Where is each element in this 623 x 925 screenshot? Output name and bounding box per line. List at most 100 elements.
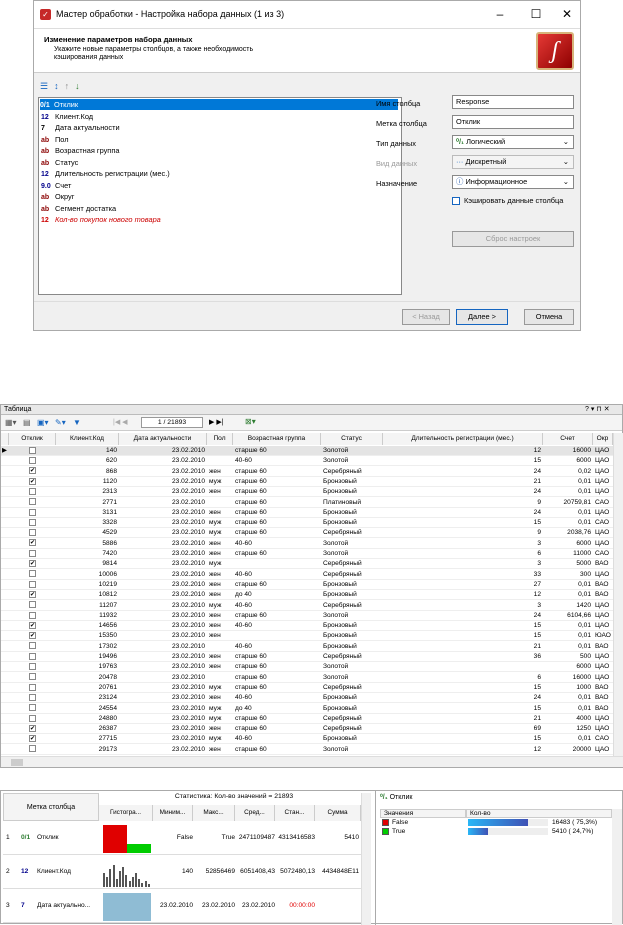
field-item[interactable]: 12 Кол-во покупок нового товара [41,214,161,225]
next-page-icon[interactable]: ▶ ▶| [209,418,224,426]
table-row[interactable]: 29173 23.02.2010 жен старше 60 Золотой 12 2000… [1,745,613,755]
response-checkbox[interactable] [29,652,36,660]
stats-column-header[interactable]: Гистогра... [99,805,153,821]
response-checkbox[interactable]: ✔ [29,467,36,475]
response-checkbox[interactable] [29,673,36,681]
field-item[interactable]: 12 Длительность регистрации (мес.) [41,168,170,179]
field-item[interactable]: ab Пол [41,134,69,145]
table-row[interactable]: 19763 23.02.2010 жен старше 60 Золотой 6000 ЦА… [1,662,613,673]
table-row[interactable]: 2771 23.02.2010 старше 60 Платиновый 9 20759,… [1,498,613,508]
table-row[interactable]: 620 23.02.2010 40-60 Золотой 15 6000 ЦАО [1,456,613,467]
response-checkbox[interactable]: ✔ [29,621,36,629]
response-checkbox[interactable] [29,498,36,506]
table-row[interactable]: ✔ 1120 23.02.2010 муж старше 60 Бронзовый 21 0,… [1,477,613,487]
column-header[interactable]: Дата актуальности [119,433,207,445]
table-row[interactable]: ✔ 10812 23.02.2010 жен до 40 Бронзовый 12 0,01 В… [1,590,613,601]
table-row[interactable]: ✔ 9814 23.02.2010 муж Серебряный 3 5000 ВАО [1,559,613,570]
table-row[interactable]: 11932 23.02.2010 жен старше 60 Золотой 24 6104… [1,611,613,621]
grid-icon[interactable]: ▣▾ [37,418,49,427]
table-row[interactable]: 24880 23.02.2010 муж старше 60 Серебряный 21 4… [1,714,613,724]
table-row[interactable]: 20761 23.02.2010 муж старше 60 Серебряный 15 1… [1,683,613,693]
table-row[interactable]: 10219 23.02.2010 жен старше 60 Бронзовый 27 0,… [1,580,613,590]
edit-icon[interactable]: ✎▾ [55,418,66,427]
stats-column-header[interactable]: Миним... [153,805,193,821]
field-item[interactable]: ab Статус [41,157,78,168]
columns-icon[interactable]: ▤ [23,418,31,427]
cancel-button[interactable]: Отмена [524,309,574,325]
response-checkbox[interactable] [29,446,36,454]
table-row[interactable]: 17302 23.02.2010 40-60 Бронзовый 21 0,01 ВАО [1,642,613,652]
response-checkbox[interactable] [29,549,36,557]
purpose-select[interactable]: ⓘ Информационное ⌄ [452,175,574,189]
table-row[interactable]: 4529 23.02.2010 муж старше 60 Серебряный 9 203… [1,528,613,539]
column-header[interactable]: Окр [593,433,613,445]
distribution-scrollbar[interactable] [612,809,622,925]
table-row[interactable]: 20478 23.02.2010 старше 60 Золотой 6 16000 ЦАО [1,673,613,683]
response-checkbox[interactable] [29,601,36,609]
response-checkbox[interactable]: ✔ [29,560,36,568]
col-name-input[interactable]: Response [452,95,574,109]
column-header[interactable]: Счет [543,433,593,445]
stats-row[interactable]: 3 7 Дата актуально... 23.02.2010 23.02.2010 2… [3,889,361,923]
next-button[interactable]: Далее > [456,309,508,325]
list-view-icon[interactable]: ☰ [40,81,54,91]
sort-icon[interactable]: ↕ [54,81,65,91]
field-item[interactable]: 7 Дата актуальности [41,122,120,133]
distribution-row[interactable]: True 5410 ( 24,7%) [380,827,612,836]
table-row[interactable]: ✔ 5886 23.02.2010 жен 40-60 Золотой 3 6000 ЦАО [1,539,613,549]
horizontal-scrollbar[interactable] [1,756,623,767]
table-row[interactable]: 3131 23.02.2010 жен старше 60 Бронзовый 24 0,0… [1,508,613,518]
close-button[interactable]: ✕ [559,7,575,21]
response-checkbox[interactable] [29,570,36,578]
response-checkbox[interactable] [29,518,36,526]
table-row[interactable]: 11207 23.02.2010 муж 40-60 Серебряный 3 1420 ЦА… [1,601,613,611]
stats-column-header[interactable]: Сумма [315,805,361,821]
minimize-button[interactable]: – [492,7,508,21]
stats-column-header[interactable]: Сред... [235,805,275,821]
table-row[interactable]: ✔ 14656 23.02.2010 жен 40-60 Бронзовый 15 0,01 Ц… [1,621,613,632]
response-checkbox[interactable]: ✔ [29,632,36,640]
column-header[interactable]: Возрастная группа [233,433,321,445]
distribution-row[interactable]: False 16483 ( 75,3%) [380,818,612,827]
table-row[interactable]: ✔ 27715 23.02.2010 муж 40-60 Бронзовый 15 0,01 С… [1,734,613,745]
response-checkbox[interactable] [29,745,36,753]
table-row[interactable]: 24554 23.02.2010 муж до 40 Бронзовый 15 0,01 ВА… [1,704,613,714]
response-checkbox[interactable] [29,642,36,650]
stats-column-header[interactable]: Макс... [193,805,235,821]
response-checkbox[interactable] [29,457,36,465]
field-item[interactable]: 9.0 Счет [41,180,71,191]
response-checkbox[interactable] [29,611,36,619]
column-header[interactable]: Отклик [9,433,56,445]
export-icon[interactable]: ▦▾ [5,418,17,427]
response-checkbox[interactable] [29,580,36,588]
page-nav-input[interactable]: 1 / 21893 [141,417,203,428]
excel-icon[interactable]: ⊠▾ [245,417,256,426]
field-item[interactable]: ab Возрастная группа [41,145,119,156]
response-checkbox[interactable] [29,683,36,691]
table-row[interactable]: ✔ 868 23.02.2010 жен старше 60 Серебряный 24 0,… [1,467,613,477]
response-checkbox[interactable]: ✔ [29,590,36,598]
scroll-thumb[interactable] [11,759,23,766]
table-row[interactable]: 2313 23.02.2010 жен старше 60 Бронзовый 24 0,0… [1,487,613,498]
response-checkbox[interactable]: ✔ [29,539,36,547]
table-row[interactable]: 7420 23.02.2010 жен старше 60 Золотой 6 11000 С… [1,549,613,559]
response-checkbox[interactable] [29,704,36,712]
filter-icon[interactable]: ▼ [73,418,81,427]
first-page-icon[interactable]: |◀ ◀ [113,418,128,426]
cache-checkbox[interactable] [452,197,460,205]
column-header[interactable]: Пол [207,433,233,445]
response-checkbox[interactable] [29,663,36,671]
response-checkbox[interactable] [29,693,36,701]
response-checkbox[interactable]: ✔ [29,735,36,743]
column-header[interactable]: Клиент.Код [56,433,119,445]
stats-row[interactable]: 2 12 Клиент.Код 140 52856469 6051408,43 507248… [3,855,361,889]
response-checkbox[interactable] [29,714,36,722]
col-label-input[interactable]: Отклик [452,115,574,129]
table-row[interactable]: ✔ 15350 23.02.2010 жен Бронзовый 15 0,01 ЮАО [1,631,613,642]
table-row[interactable]: ▶ 140 23.02.2010 старше 60 Золотой 12 16000 ЦАО [1,446,613,456]
vertical-scrollbar[interactable] [613,433,623,756]
field-item[interactable]: 12 Клиент.Код [41,111,93,122]
stats-row[interactable]: 1 0/1 Отклик False True 2471109487 4313416583 5… [3,821,361,855]
column-header[interactable]: Статус [321,433,383,445]
field-item[interactable]: 0/1 Отклик [40,99,398,110]
